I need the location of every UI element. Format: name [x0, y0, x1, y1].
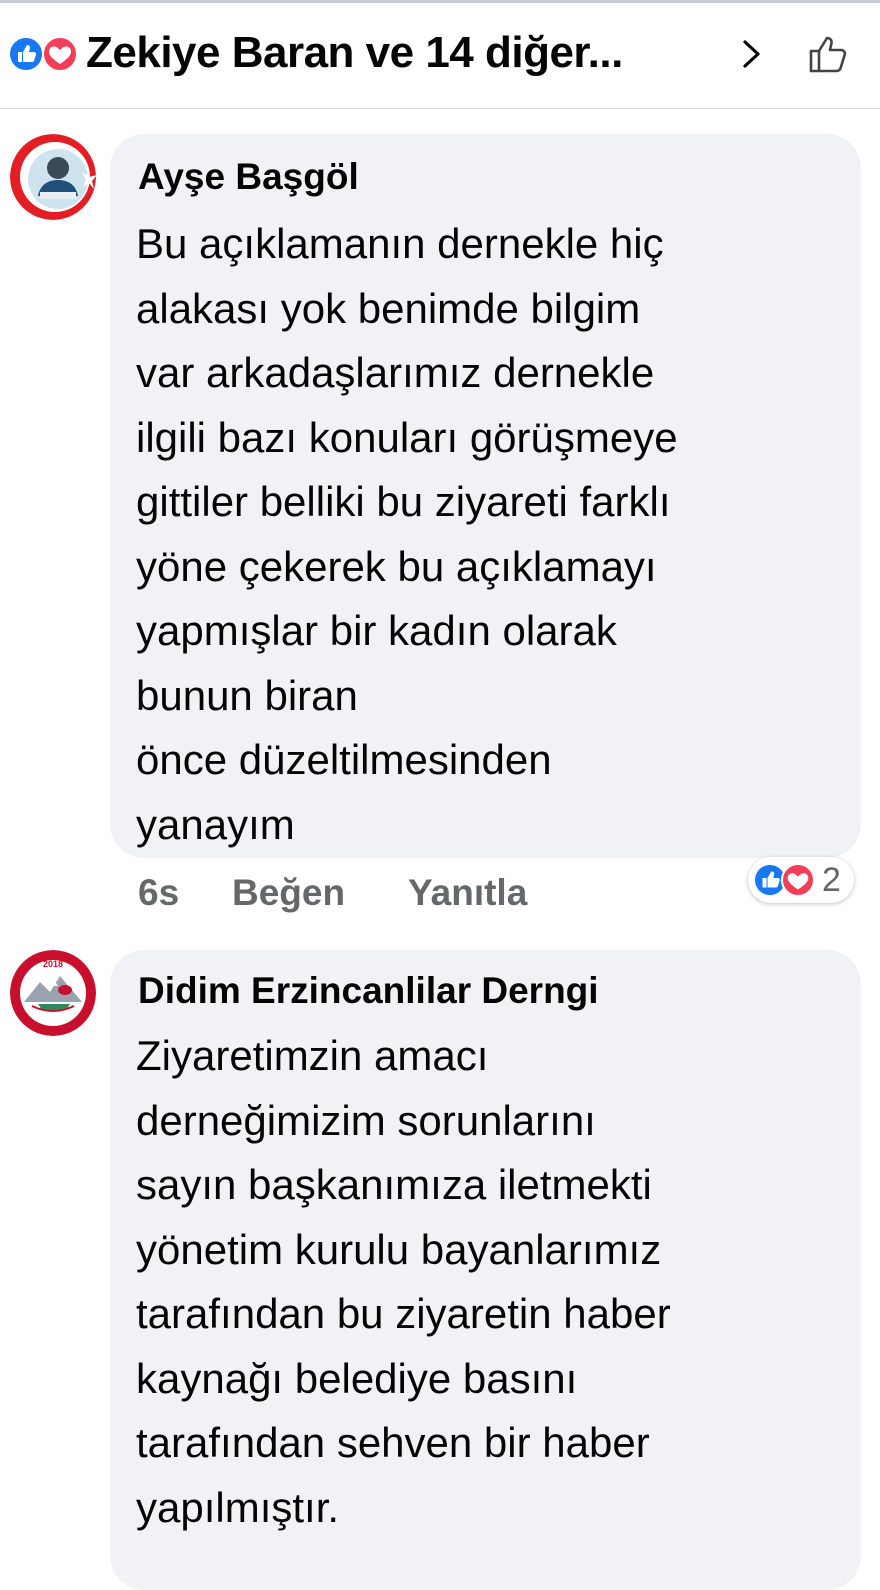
- comment-bubble: Didim Erzincanlilar Derngi Ziyaretimzin …: [110, 950, 861, 1590]
- comment-text: Ziyaretimzin amacı derneğimizim sorunlar…: [136, 1032, 671, 1531]
- reply-link[interactable]: Yanıtla: [408, 872, 527, 916]
- comments-header: Zekiye Baran ve 14 diğer...: [0, 0, 880, 109]
- thumbs-up-icon[interactable]: [806, 30, 854, 78]
- reaction-count: 2: [822, 861, 841, 899]
- comment-bubble: Ayşe Başgöl Bu açıklamanın dernekle hiç …: [110, 134, 861, 858]
- avatar-didim-erzincanlilar-dernegi[interactable]: 2018: [10, 950, 96, 1036]
- reaction-summary-icons[interactable]: [8, 34, 80, 74]
- chevron-right-icon[interactable]: [736, 34, 766, 74]
- comment-reaction-icons: [753, 863, 815, 897]
- love-icon: [42, 36, 78, 72]
- top-divider: [0, 0, 880, 3]
- love-icon: [781, 863, 815, 897]
- comment-time: 6s: [138, 872, 180, 913]
- like-icon: [8, 36, 44, 72]
- like-link[interactable]: Beğen: [232, 872, 345, 916]
- comment-author[interactable]: Ayşe Başgöl: [138, 156, 359, 198]
- comment-text: Bu açıklamanın dernekle hiç alakası yok …: [136, 220, 678, 848]
- comment-reactions[interactable]: 2: [748, 857, 854, 903]
- avatar-logo-year: 2018: [42, 959, 64, 969]
- reactors-title[interactable]: Zekiye Baran ve 14 diğer...: [86, 28, 623, 78]
- comment-author[interactable]: Didim Erzincanlilar Derngi: [138, 970, 599, 1012]
- avatar-ayse-basgol[interactable]: [10, 134, 96, 220]
